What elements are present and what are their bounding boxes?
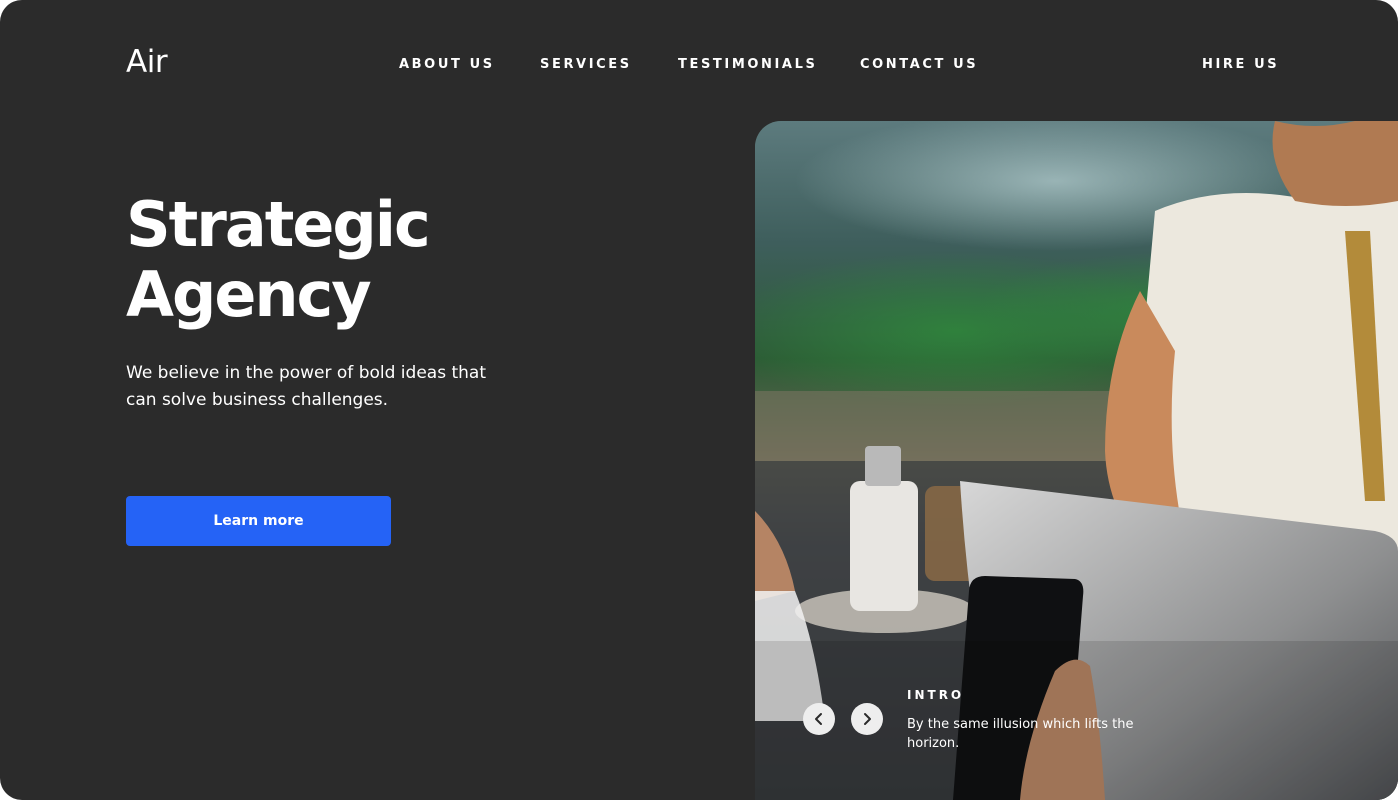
chevron-left-icon bbox=[815, 713, 822, 725]
slider-label: INTRO bbox=[907, 688, 965, 702]
slider-next-button[interactable] bbox=[851, 703, 883, 735]
hero-photo-illustration bbox=[755, 121, 1398, 800]
nav-testimonials[interactable]: TESTIMONIALS bbox=[678, 57, 817, 72]
chevron-right-icon bbox=[864, 713, 871, 725]
slider-prev-button[interactable] bbox=[803, 703, 835, 735]
page-frame: Air ABOUT US SERVICES TESTIMONIALS CONTA… bbox=[0, 0, 1398, 800]
hero-title: Strategic Agency bbox=[126, 188, 431, 331]
hero-title-line-1: Strategic bbox=[126, 188, 431, 261]
logo[interactable]: Air bbox=[126, 44, 168, 80]
slider-caption: By the same illusion which lifts the hor… bbox=[907, 717, 1134, 751]
learn-more-button[interactable]: Learn more bbox=[126, 496, 391, 546]
hire-us-link[interactable]: HIRE US bbox=[1202, 57, 1279, 72]
nav-contact-us[interactable]: CONTACT US bbox=[860, 57, 978, 72]
hero-title-line-2: Agency bbox=[126, 258, 372, 331]
nav-services[interactable]: SERVICES bbox=[540, 57, 632, 72]
hero-description: We believe in the power of bold ideas th… bbox=[126, 363, 486, 410]
nav-about-us[interactable]: ABOUT US bbox=[399, 57, 495, 72]
hero-photo bbox=[755, 121, 1398, 800]
